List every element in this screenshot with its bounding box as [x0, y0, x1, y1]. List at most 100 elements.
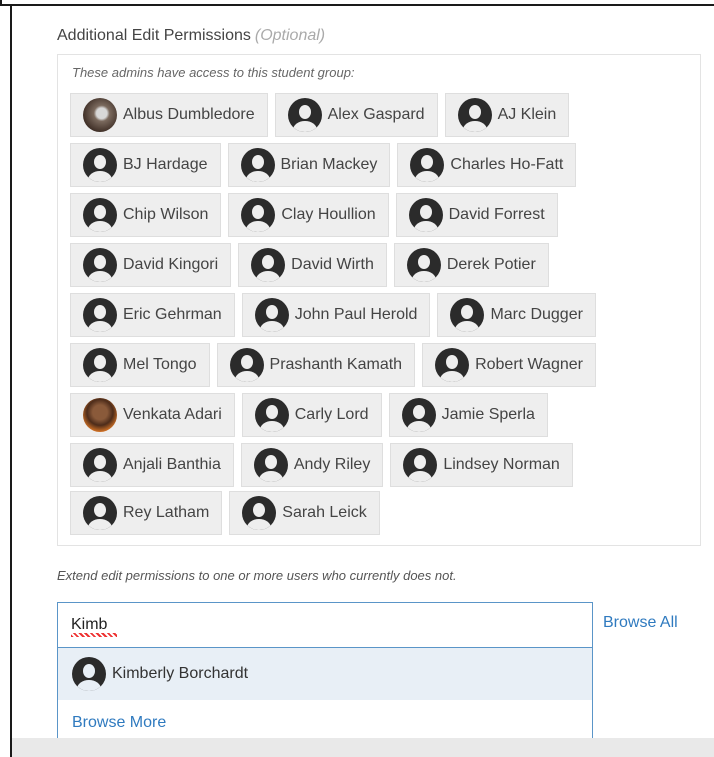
- user-silhouette-icon: [241, 198, 276, 232]
- admin-name: David Kingori: [123, 256, 219, 273]
- user-silhouette-icon: [83, 348, 117, 382]
- chip-row: Mel Tongo Prashanth Kamath Robert Wagner: [70, 343, 596, 387]
- admin-name: Lindsey Norman: [443, 456, 560, 473]
- admin-name: Mel Tongo: [123, 356, 197, 373]
- admin-name: Charles Ho-Fatt: [450, 156, 564, 173]
- admin-name: Anjali Banthia: [123, 456, 221, 473]
- admin-name: Derek Potier: [446, 256, 536, 273]
- browse-all-link[interactable]: Browse All: [603, 614, 678, 632]
- admin-name: Chip Wilson: [123, 206, 209, 223]
- admin-name: Eric Gehrman: [123, 306, 222, 323]
- admin-name: AJ Klein: [497, 106, 557, 123]
- admin-chip[interactable]: Albus Dumbledore: [70, 93, 268, 137]
- admin-name: Prashanth Kamath: [269, 356, 403, 373]
- admin-chip[interactable]: Venkata Adari: [70, 393, 235, 437]
- suggestion-name: Kimberly Borchardt: [112, 665, 249, 682]
- user-silhouette-icon: [240, 148, 275, 182]
- group-description: These admins have access to this student…: [72, 65, 355, 80]
- admin-chip[interactable]: Eric Gehrman: [70, 293, 235, 337]
- admin-chip[interactable]: Derek Potier: [393, 243, 549, 287]
- chip-row: Chip Wilson Clay Houllion David Forrest: [70, 193, 558, 237]
- user-silhouette-icon: [242, 496, 277, 530]
- admin-chip[interactable]: John Paul Herold: [241, 293, 431, 337]
- suggestion-item[interactable]: Kimberly Borchardt: [58, 648, 592, 700]
- user-search-input[interactable]: [57, 602, 593, 648]
- user-silhouette-icon: [72, 657, 106, 691]
- admin-name: Jamie Sperla: [441, 406, 535, 423]
- user-silhouette-icon: [83, 496, 117, 530]
- user-silhouette-icon: [287, 98, 322, 132]
- browse-more-link[interactable]: Browse More: [72, 714, 166, 732]
- admin-chip[interactable]: Jamie Sperla: [388, 393, 548, 437]
- admin-name: Carly Lord: [294, 406, 369, 423]
- admin-chip[interactable]: Anjali Banthia: [70, 443, 234, 487]
- autocomplete-dropdown: Kimberly Borchardt Browse More: [57, 648, 593, 750]
- footer-band: [12, 738, 714, 757]
- admin-chip[interactable]: Brian Mackey: [227, 143, 391, 187]
- left-border: [10, 4, 12, 757]
- admin-name: Albus Dumbledore: [123, 106, 255, 123]
- user-silhouette-icon: [251, 248, 286, 282]
- user-silhouette-icon: [83, 248, 117, 282]
- admin-chip[interactable]: Marc Dugger: [437, 293, 596, 337]
- extend-permissions-description: Extend edit permissions to one or more u…: [57, 568, 457, 583]
- admin-chip[interactable]: Charles Ho-Fatt: [397, 143, 577, 187]
- chip-row: BJ Hardage Brian Mackey Charles Ho-Fatt: [70, 143, 577, 187]
- admin-chip[interactable]: Carly Lord: [241, 393, 382, 437]
- admin-chip[interactable]: Alex Gaspard: [274, 93, 438, 137]
- admin-chip[interactable]: David Kingori: [70, 243, 232, 287]
- admin-name: David Wirth: [291, 256, 374, 273]
- chip-row: Venkata Adari Carly Lord Jamie Sperla: [70, 393, 548, 437]
- user-photo-avatar: [83, 398, 117, 432]
- admin-chip[interactable]: Robert Wagner: [422, 343, 596, 387]
- admin-chip[interactable]: Mel Tongo: [70, 343, 210, 387]
- section-title-text: Additional Edit Permissions: [57, 27, 251, 44]
- admin-name: John Paul Herold: [294, 306, 418, 323]
- admin-name: Alex Gaspard: [327, 106, 425, 123]
- admin-name: David Forrest: [448, 206, 545, 223]
- user-silhouette-icon: [254, 398, 289, 432]
- admin-chip[interactable]: AJ Klein: [444, 93, 570, 137]
- user-photo-avatar: [83, 98, 117, 132]
- user-silhouette-icon: [408, 198, 443, 232]
- admin-name: Venkata Adari: [123, 406, 222, 423]
- user-silhouette-icon: [83, 148, 117, 182]
- user-silhouette-icon: [457, 98, 492, 132]
- user-silhouette-icon: [83, 298, 117, 332]
- admin-name: Sarah Leick: [282, 504, 367, 521]
- admin-chip[interactable]: Prashanth Kamath: [216, 343, 416, 387]
- admin-name: Robert Wagner: [475, 356, 583, 373]
- user-silhouette-icon: [229, 348, 264, 382]
- admin-name: Brian Mackey: [280, 156, 378, 173]
- spellcheck-underline: [71, 633, 117, 637]
- user-silhouette-icon: [83, 448, 117, 482]
- top-border-corner: [0, 0, 2, 6]
- chip-row: Albus Dumbledore Alex Gaspard AJ Klein: [70, 93, 570, 137]
- user-silhouette-icon: [83, 198, 117, 232]
- user-silhouette-icon: [450, 298, 485, 332]
- user-silhouette-icon: [403, 448, 438, 482]
- admin-name: BJ Hardage: [123, 156, 208, 173]
- admin-chip[interactable]: Chip Wilson: [70, 193, 222, 237]
- user-silhouette-icon: [253, 448, 288, 482]
- chip-row: David Kingori David Wirth Derek Potier: [70, 243, 549, 287]
- admin-name: Clay Houllion: [281, 206, 376, 223]
- admin-chip[interactable]: Andy Riley: [240, 443, 384, 487]
- top-border: [0, 0, 714, 6]
- admin-chip[interactable]: David Wirth: [238, 243, 387, 287]
- optional-tag: (Optional): [254, 27, 326, 44]
- admin-chip[interactable]: Clay Houllion: [228, 193, 389, 237]
- user-silhouette-icon: [435, 348, 470, 382]
- admin-chip[interactable]: BJ Hardage: [70, 143, 221, 187]
- user-silhouette-icon: [410, 148, 445, 182]
- admin-chip[interactable]: Lindsey Norman: [390, 443, 573, 487]
- chip-row: Rey Latham Sarah Leick: [70, 491, 380, 535]
- admin-chip[interactable]: David Forrest: [395, 193, 558, 237]
- section-title: Additional Edit Permissions (Optional): [57, 27, 325, 45]
- top-border-line: [0, 4, 714, 6]
- admin-name: Rey Latham: [123, 504, 210, 521]
- admin-chip[interactable]: Sarah Leick: [229, 491, 380, 535]
- admin-chip[interactable]: Rey Latham: [70, 491, 223, 535]
- admin-name: Andy Riley: [293, 456, 371, 473]
- user-silhouette-icon: [401, 398, 436, 432]
